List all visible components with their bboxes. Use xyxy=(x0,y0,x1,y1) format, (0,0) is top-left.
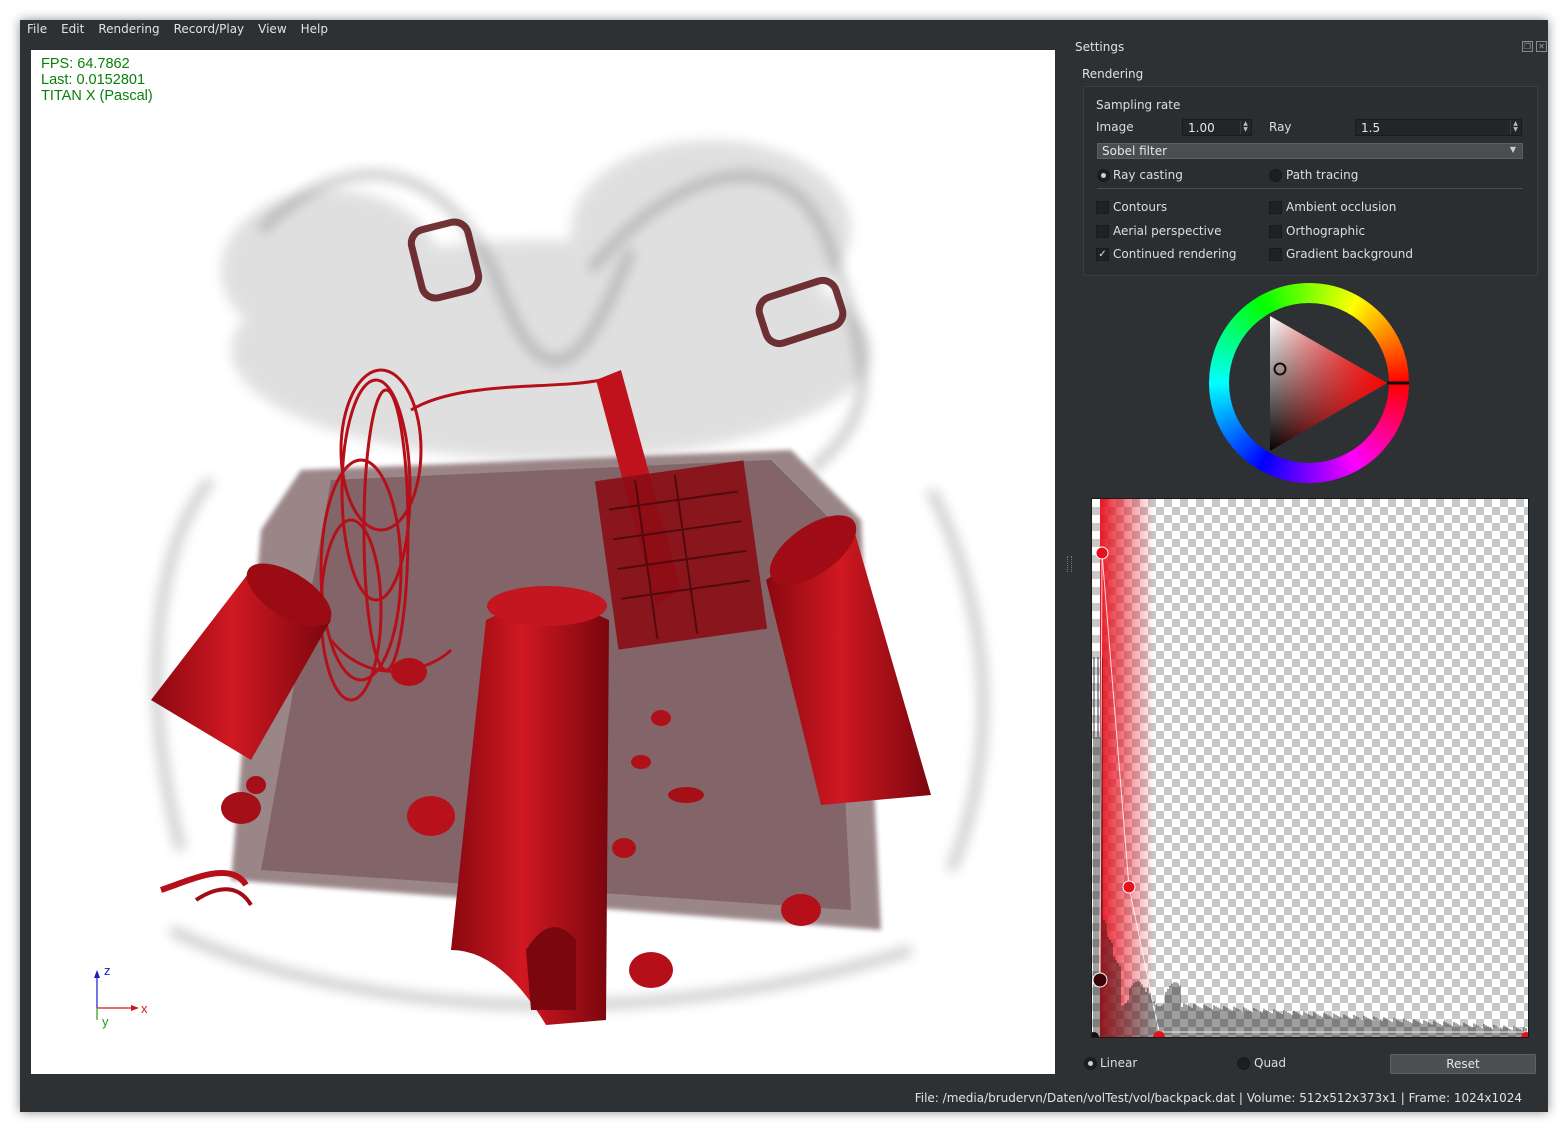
last-frame-readout: Last: 0.0152801 xyxy=(41,72,146,88)
checkbox-orthographic-label[interactable]: Orthographic xyxy=(1286,224,1365,238)
main-window: File Edit Rendering Record/Play View Hel… xyxy=(20,20,1548,1112)
ray-sampling-value: 1.5 xyxy=(1361,121,1381,135)
volume-rendering xyxy=(94,140,989,1025)
checkbox-aerial-perspective-label[interactable]: Aerial perspective xyxy=(1113,224,1221,238)
axis-gizmo xyxy=(94,970,139,1020)
radio-path-tracing[interactable] xyxy=(1269,169,1282,182)
spin-arrows-icon[interactable]: ▲ ▼ xyxy=(1510,121,1520,134)
sampling-rate-label: Sampling rate xyxy=(1096,98,1181,112)
dock-title-buttons: ❐ ✕ xyxy=(1522,41,1547,52)
filter-dropdown-value: Sobel filter xyxy=(1102,144,1168,158)
stats-overlay: FPS: 64.7862 Last: 0.0152801 TITAN X (Pa… xyxy=(41,56,153,104)
radio-ray-casting[interactable] xyxy=(1097,169,1110,182)
dock-splitter-handle[interactable] xyxy=(1067,556,1072,572)
checkbox-aerial-perspective[interactable] xyxy=(1096,225,1109,238)
radio-linear-label[interactable]: Linear xyxy=(1100,1056,1137,1070)
group-divider xyxy=(1097,188,1523,189)
image-sampling-spinbox[interactable]: 1.00 ▲ ▼ xyxy=(1182,119,1252,136)
dock-close-icon[interactable]: ✕ xyxy=(1536,41,1547,52)
checkbox-gradient-background-label[interactable]: Gradient background xyxy=(1286,247,1413,261)
checkbox-continued-rendering[interactable]: ✓ xyxy=(1096,248,1109,261)
dock-float-icon[interactable]: ❐ xyxy=(1522,41,1533,52)
radio-linear[interactable] xyxy=(1084,1057,1097,1070)
radio-quad-label[interactable]: Quad xyxy=(1254,1056,1286,1070)
checkbox-gradient-background[interactable] xyxy=(1269,248,1282,261)
menu-view[interactable]: View xyxy=(251,20,293,38)
menu-edit[interactable]: Edit xyxy=(54,20,91,38)
color-picker-wheel[interactable] xyxy=(1209,283,1409,483)
spin-arrows-icon[interactable]: ▲ ▼ xyxy=(1240,121,1250,134)
fps-readout: FPS: 64.7862 xyxy=(41,56,130,72)
axis-label-x: x xyxy=(141,1001,148,1016)
reset-button[interactable]: Reset xyxy=(1390,1054,1536,1074)
transfer-function-plot xyxy=(1092,499,1528,1037)
radio-quad[interactable] xyxy=(1237,1057,1250,1070)
color-picker-triangle[interactable] xyxy=(1209,283,1409,483)
filter-dropdown[interactable]: Sobel filter ▼ xyxy=(1097,143,1523,159)
image-label: Image xyxy=(1096,120,1134,134)
menu-record-play[interactable]: Record/Play xyxy=(167,20,252,38)
checkbox-orthographic[interactable] xyxy=(1269,225,1282,238)
chevron-down-icon: ▼ xyxy=(1509,145,1516,154)
axis-label-y: y xyxy=(102,1014,109,1029)
menu-rendering[interactable]: Rendering xyxy=(91,20,166,38)
image-sampling-value: 1.00 xyxy=(1188,121,1215,135)
checkbox-ambient-occlusion-label[interactable]: Ambient occlusion xyxy=(1286,200,1396,214)
checkbox-continued-rendering-label[interactable]: Continued rendering xyxy=(1113,247,1237,261)
gpu-readout: TITAN X (Pascal) xyxy=(41,88,153,104)
checkbox-ambient-occlusion[interactable] xyxy=(1269,201,1282,214)
menu-help[interactable]: Help xyxy=(294,20,335,38)
ray-label: Ray xyxy=(1269,120,1292,134)
checkbox-contours-label[interactable]: Contours xyxy=(1113,200,1167,214)
axis-label-z: z xyxy=(104,963,111,978)
status-bar-text: File: /media/brudervn/Daten/volTest/vol/… xyxy=(914,1091,1522,1105)
rendering-group-title: Rendering xyxy=(1082,67,1144,81)
checkbox-contours[interactable] xyxy=(1096,201,1109,214)
menu-bar: File Edit Rendering Record/Play View Hel… xyxy=(20,20,1548,38)
ray-sampling-spinbox[interactable]: 1.5 ▲ ▼ xyxy=(1355,119,1522,136)
radio-path-tracing-label[interactable]: Path tracing xyxy=(1286,168,1358,182)
transfer-function-editor[interactable] xyxy=(1091,498,1529,1038)
menu-file[interactable]: File xyxy=(20,20,54,38)
dock-title: Settings xyxy=(1075,40,1125,54)
render-viewport[interactable]: z x y FPS: 64.7862 Last: 0.0152801 TITAN… xyxy=(31,50,1055,1074)
radio-ray-casting-label[interactable]: Ray casting xyxy=(1113,168,1183,182)
